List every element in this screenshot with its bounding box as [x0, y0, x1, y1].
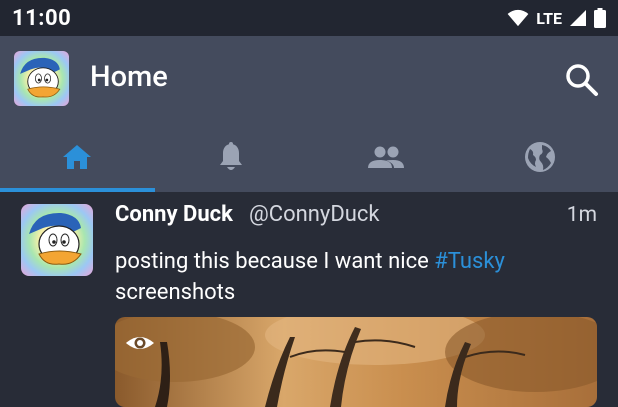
timeline-tabs — [0, 122, 618, 192]
system-status-bar: 11:00 LTE — [0, 0, 618, 36]
network-type-label: LTE — [536, 8, 562, 28]
eye-icon[interactable] — [124, 327, 156, 359]
bell-icon — [220, 142, 242, 170]
status-text: posting this because I want nice — [115, 249, 435, 274]
username[interactable]: @ConnyDuck — [249, 202, 380, 227]
people-icon — [368, 146, 404, 168]
search-icon[interactable] — [562, 60, 602, 100]
cell-signal-icon — [570, 10, 586, 26]
page-title: Home — [90, 60, 168, 94]
status-content: posting this because I want nice #Tusky s… — [115, 246, 585, 308]
status-timestamp: 1m — [566, 203, 597, 227]
status-avatar[interactable] — [21, 204, 93, 276]
tab-local[interactable] — [309, 122, 463, 192]
tab-home[interactable] — [0, 122, 154, 192]
hashtag-link[interactable]: #Tusky — [434, 249, 505, 274]
app-bar: Home — [0, 36, 618, 122]
tab-notifications[interactable] — [154, 122, 308, 192]
tab-federated[interactable] — [463, 122, 617, 192]
duck-avatar-image — [21, 204, 93, 276]
display-name[interactable]: Conny Duck — [115, 202, 233, 227]
account-avatar[interactable] — [14, 51, 69, 106]
wifi-icon — [507, 9, 529, 27]
clock: 11:00 — [12, 6, 72, 31]
status-text-continued: screenshots — [115, 280, 236, 305]
duck-avatar-image — [14, 51, 69, 106]
status-card[interactable]: Conny Duck @ConnyDuck 1m posting this be… — [0, 192, 618, 407]
home-icon — [63, 145, 91, 169]
battery-icon — [594, 8, 606, 28]
globe-icon — [525, 142, 555, 172]
system-icons: LTE — [507, 7, 606, 29]
